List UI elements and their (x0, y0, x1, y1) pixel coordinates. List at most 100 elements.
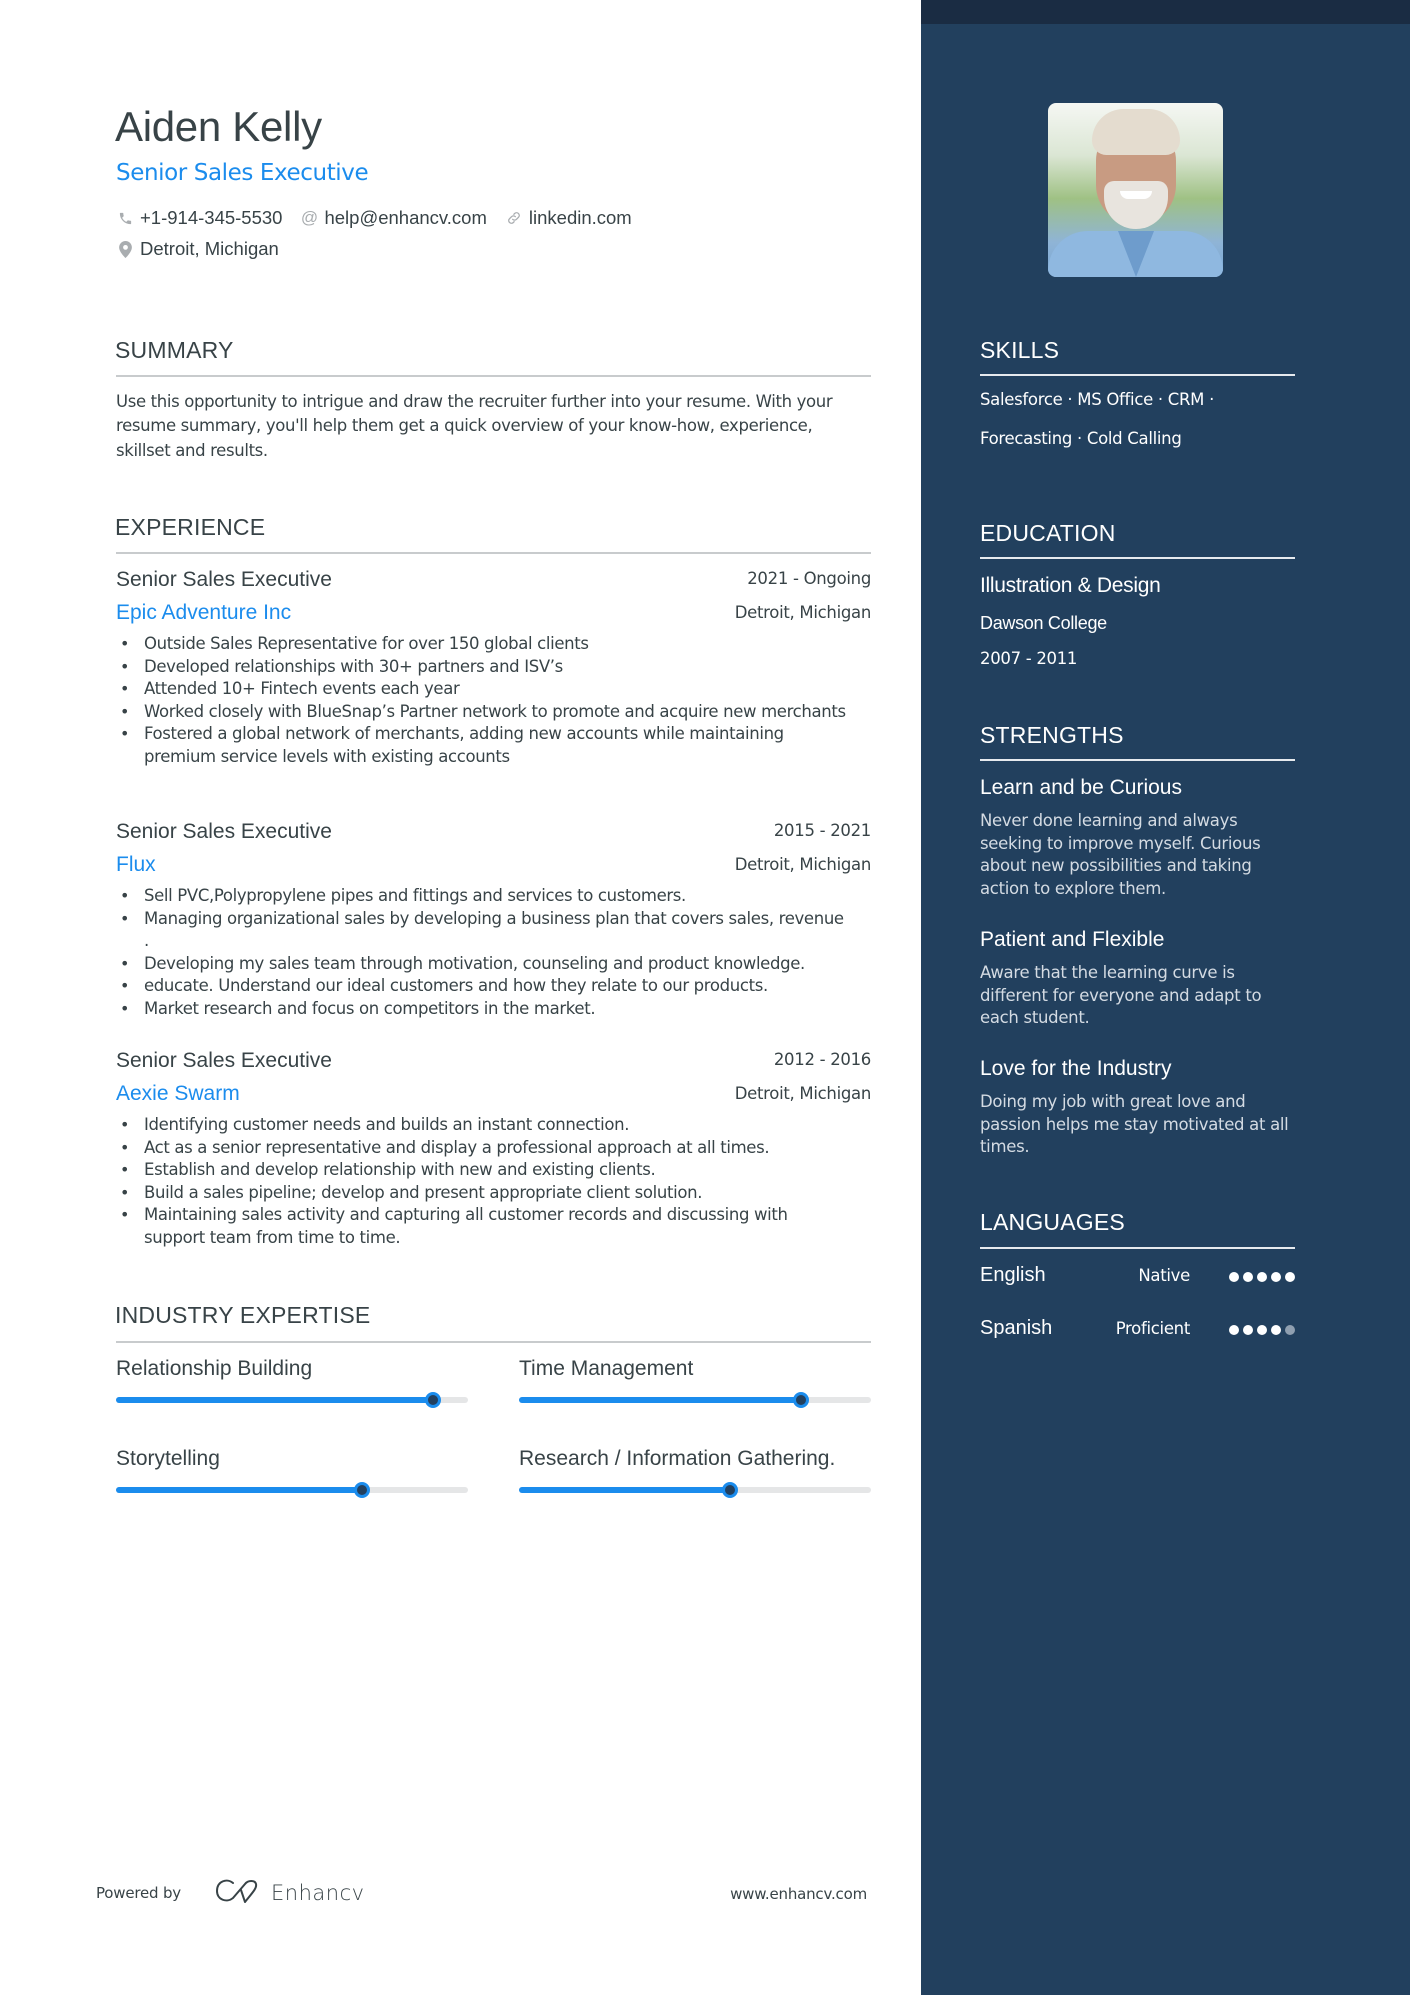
job-role: Senior Sales Executive (116, 1049, 332, 1072)
footer-url[interactable]: www.enhancv.com (730, 1885, 867, 1903)
resume-main-column: Aiden Kelly Senior Sales Executive +1-91… (0, 0, 921, 1995)
section-title-summary: SUMMARY (115, 337, 234, 363)
section-title-experience: EXPERIENCE (115, 514, 266, 540)
job-bullet: Fostered a global network of merchants, … (116, 723, 871, 768)
location-pin-icon (116, 240, 134, 258)
expertise-label: Research / Information Gathering. (519, 1447, 836, 1470)
expertise-label: Relationship Building (116, 1357, 313, 1380)
expertise-label: Storytelling (116, 1447, 220, 1470)
rating-dot-filled (1229, 1325, 1239, 1335)
rating-dot-filled (1243, 1272, 1253, 1282)
education-degree: Illustration & Design (980, 574, 1161, 597)
job-dates: 2021 - Ongoing (747, 569, 871, 588)
sidebar-top-band (921, 0, 1410, 24)
job-company[interactable]: Epic Adventure Inc (116, 601, 291, 625)
contact-link: linkedin.com (505, 207, 632, 229)
enhancv-logo-text: Enhancv (271, 1881, 365, 1905)
summary-text: Use this opportunity to intrigue and dra… (116, 392, 833, 460)
job-dates: 2012 - 2016 (773, 1050, 871, 1069)
section-title-expertise: INDUSTRY EXPERTISE (115, 1302, 371, 1328)
expertise-bar-fill (519, 1397, 801, 1403)
expertise-bar-track (519, 1392, 871, 1408)
job-bullet: Identifying customer needs and builds an… (116, 1114, 871, 1137)
resume-sidebar: SKILLS Salesforce · MS Office · CRM · Fo… (921, 0, 1410, 1995)
job-role: Senior Sales Executive (116, 820, 332, 843)
footer-powered-by: Powered by (96, 1884, 181, 1902)
section-divider (980, 374, 1295, 376)
job-location: Detroit, Michigan (734, 603, 872, 622)
expertise-bar-track (519, 1482, 871, 1498)
phone-number[interactable]: +1-914-345-5530 (140, 207, 282, 229)
email-link[interactable]: help@enhancv.com (324, 207, 486, 229)
expertise-bar-fill (116, 1487, 363, 1493)
job-bullets: Sell PVC,Polypropylene pipes and fitting… (116, 885, 871, 1020)
job-role: Senior Sales Executive (116, 568, 332, 591)
candidate-name: Aiden Kelly (115, 103, 322, 150)
expertise-bar-fill (116, 1397, 433, 1403)
section-title-strengths: STRENGTHS (980, 722, 1124, 748)
rating-dot-filled (1271, 1325, 1281, 1335)
job-bullet: Establish and develop relationship with … (116, 1159, 871, 1182)
photo-hair (1092, 109, 1180, 155)
job-dates: 2015 - 2021 (773, 821, 871, 840)
photo-beard (1104, 181, 1168, 229)
rating-dot-filled (1257, 1272, 1267, 1282)
language-name: Spanish (980, 1317, 1053, 1339)
strength-description: Aware that the learning curve is differe… (980, 963, 1262, 1028)
location-text: Detroit, Michigan (140, 238, 279, 259)
education-school: Dawson College (980, 613, 1107, 633)
section-divider (116, 375, 871, 377)
education-dates: 2007 - 2011 (980, 649, 1078, 668)
link-icon (505, 209, 523, 227)
rating-dot-filled (1257, 1325, 1267, 1335)
language-name: English (980, 1264, 1046, 1286)
job-company[interactable]: Aexie Swarm (116, 1082, 240, 1106)
at-icon: @ (300, 208, 319, 227)
expertise-label: Time Management (519, 1357, 694, 1380)
rating-dot-filled (1229, 1272, 1239, 1282)
job-bullet: Worked closely with BlueSnap’s Partner n… (116, 701, 871, 724)
strength-title: Patient and Flexible (980, 928, 1165, 951)
job-company[interactable]: Flux (116, 853, 156, 877)
expertise-bar-knob (792, 1392, 809, 1408)
contact-location: Detroit, Michigan (116, 238, 279, 260)
job-bullet: Maintaining sales activity and capturing… (116, 1204, 871, 1249)
contact-row-location: Detroit, Michigan (116, 238, 297, 260)
language-item: Spanish Proficient (980, 1317, 1295, 1343)
contact-email: @ help@enhancv.com (300, 207, 487, 229)
section-title-education: EDUCATION (980, 520, 1116, 546)
expertise-bar-knob (424, 1392, 441, 1408)
section-divider (116, 552, 871, 554)
expertise-bar-track (116, 1482, 468, 1498)
job-bullet: Build a sales pipeline; develop and pres… (116, 1182, 871, 1205)
section-title-skills: SKILLS (980, 337, 1060, 363)
section-divider (980, 759, 1295, 761)
job-bullet: Developed relationships with 30+ partner… (116, 656, 871, 679)
rating-dot-filled (1271, 1272, 1281, 1282)
profile-photo (1048, 103, 1223, 277)
section-divider (116, 1341, 871, 1343)
job-bullet: Developing my sales team through motivat… (116, 953, 871, 976)
section-divider (980, 557, 1295, 559)
linkedin-link[interactable]: linkedin.com (529, 207, 632, 229)
phone-icon (116, 209, 134, 227)
language-item: English Native (980, 1264, 1295, 1290)
enhancv-logo[interactable]: Enhancv (215, 1878, 365, 1908)
language-level: Proficient (1115, 1319, 1191, 1338)
strength-description: Doing my job with great love and passion… (980, 1092, 1289, 1157)
job-bullet: Market research and focus on competitors… (116, 998, 871, 1021)
expertise-bar-fill (519, 1487, 731, 1493)
job-bullet: educate. Understand our ideal customers … (116, 975, 871, 998)
strength-title: Learn and be Curious (980, 776, 1182, 799)
job-bullet: Sell PVC,Polypropylene pipes and fitting… (116, 885, 871, 908)
section-divider (980, 1247, 1295, 1249)
job-bullets: Outside Sales Representative for over 15… (116, 633, 871, 768)
skills-line: Forecasting · Cold Calling (980, 429, 1182, 448)
job-bullet: Outside Sales Representative for over 15… (116, 633, 871, 656)
contact-row: +1-914-345-5530 @ help@enhancv.com linke… (116, 207, 650, 229)
candidate-title: Senior Sales Executive (116, 160, 369, 186)
job-location: Detroit, Michigan (734, 855, 872, 874)
language-rating-dots (1229, 1272, 1295, 1282)
enhancv-logo-icon (215, 1878, 263, 1908)
rating-dot-empty (1285, 1325, 1295, 1335)
